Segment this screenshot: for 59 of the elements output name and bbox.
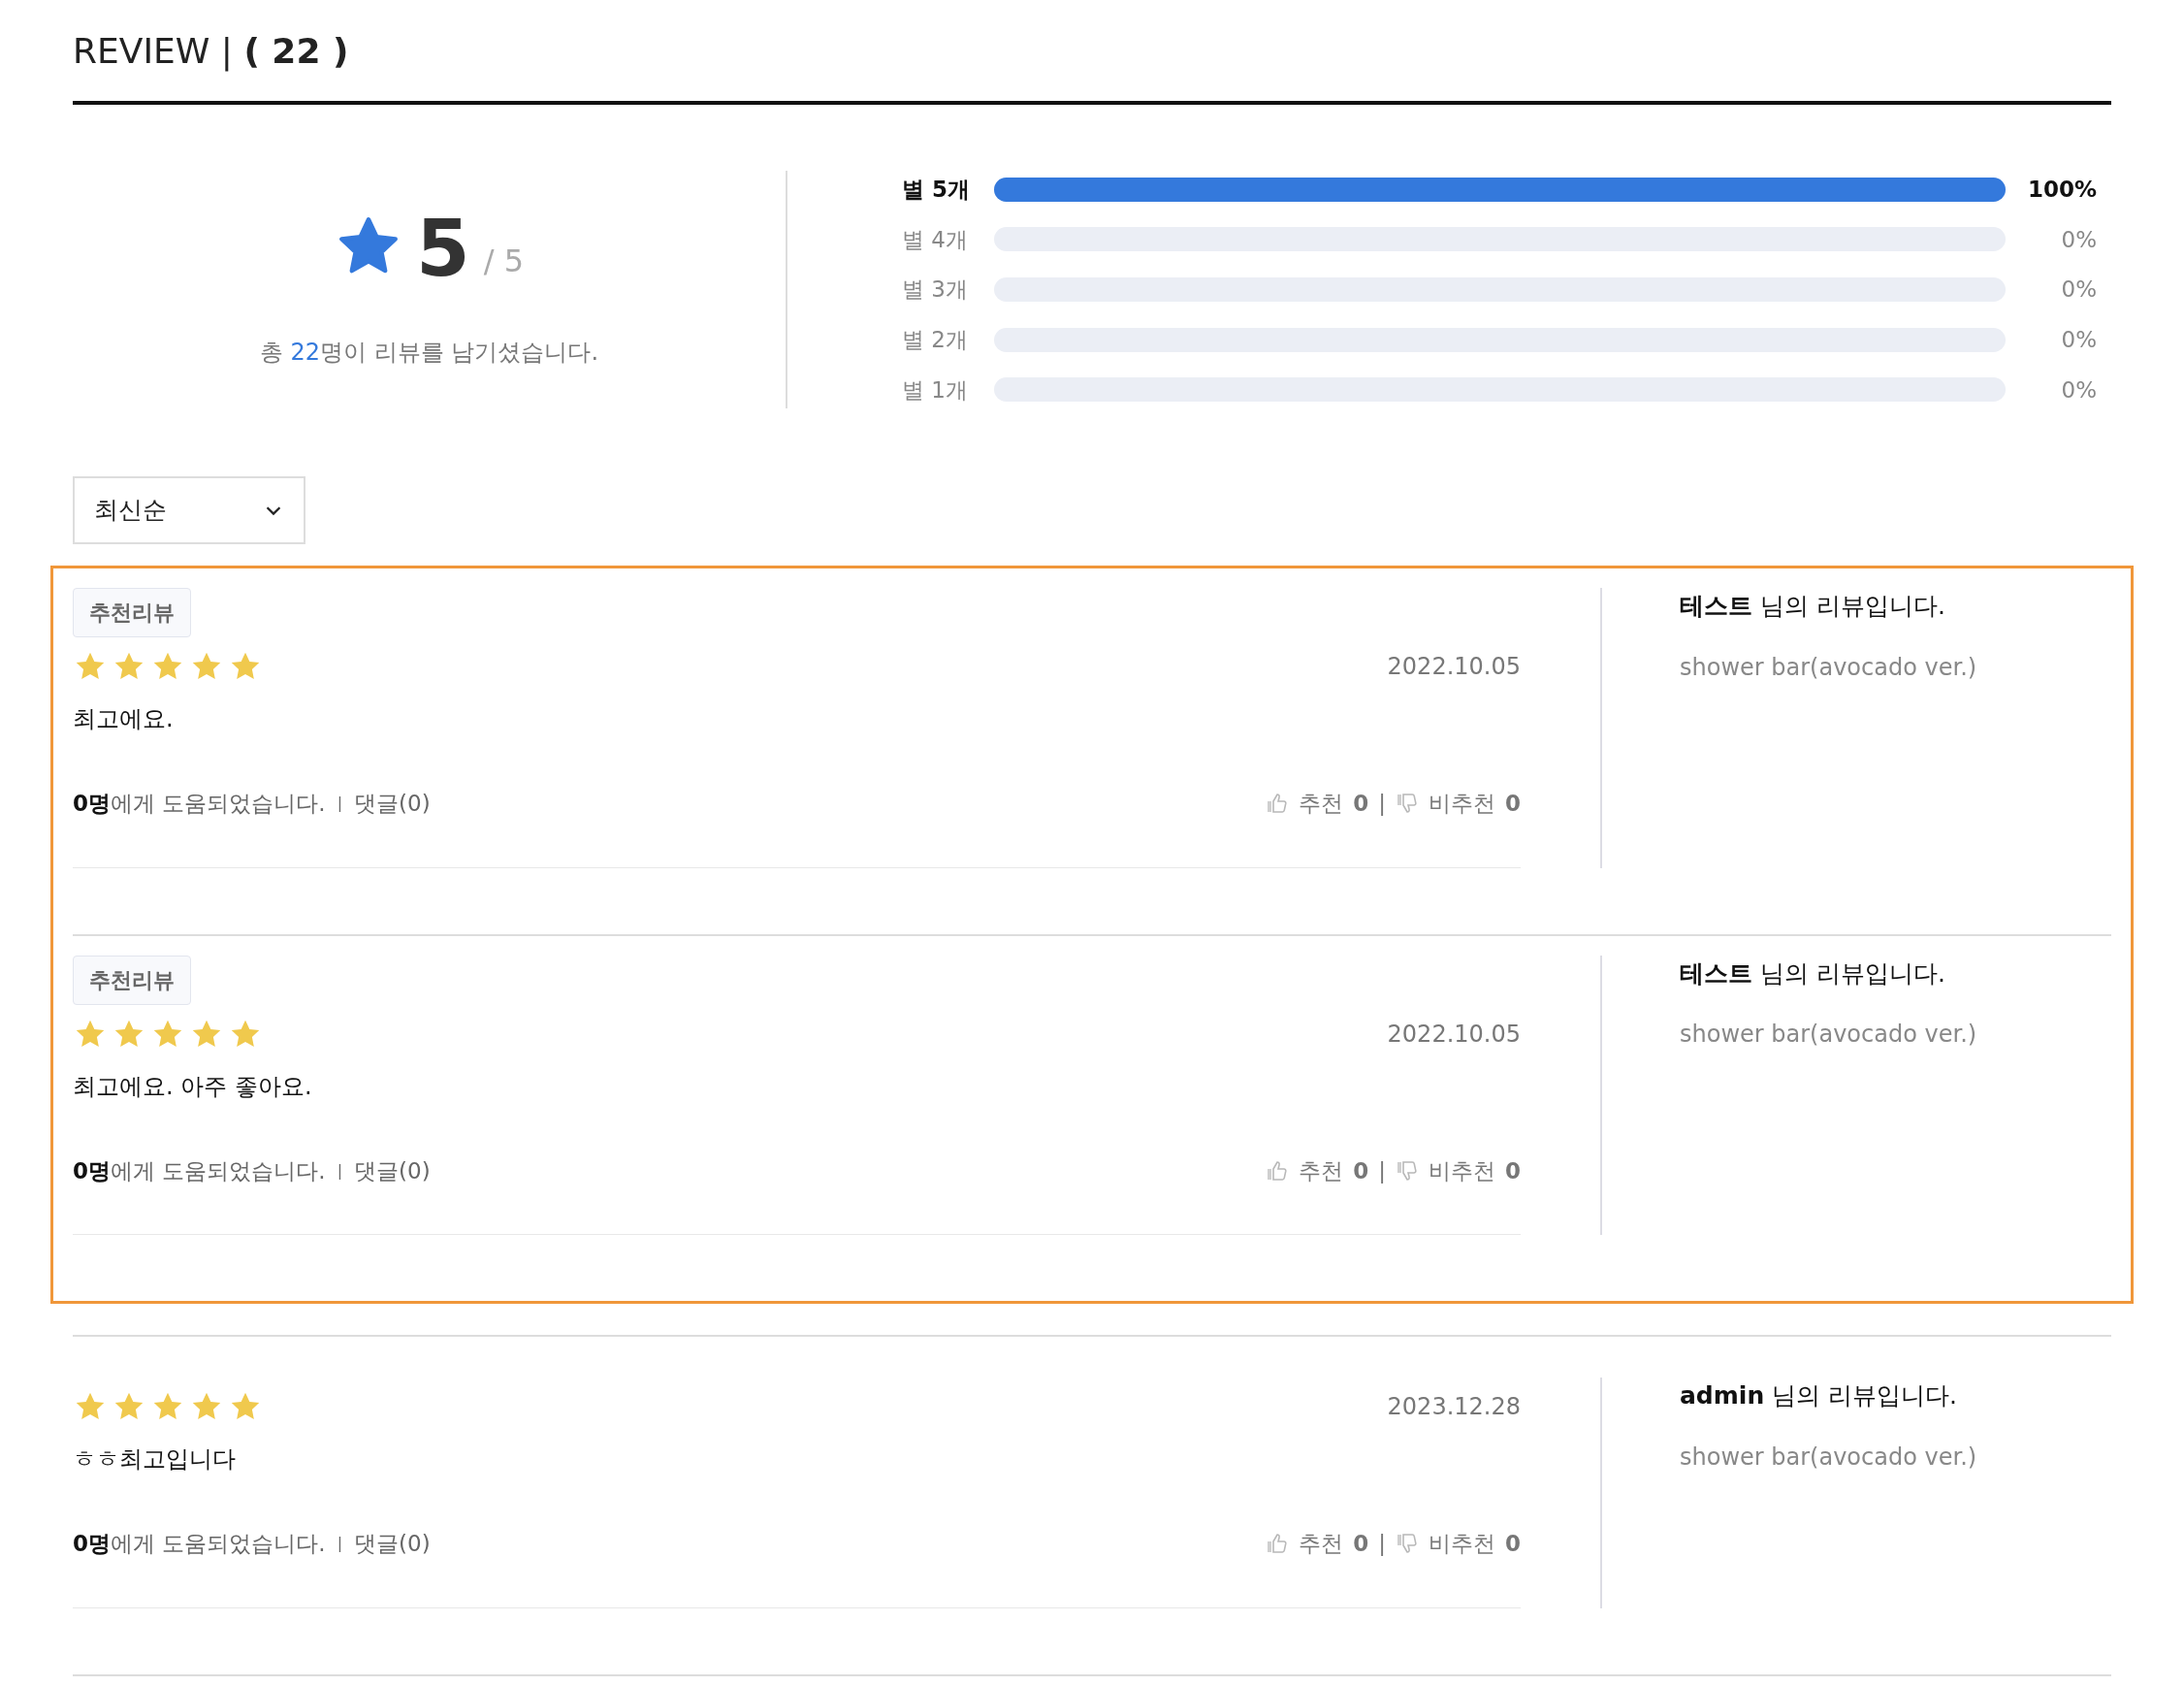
dislike-button[interactable]: 비추천 bbox=[1396, 1527, 1495, 1561]
total-reviewers-text: 총 22명이 리뷰를 남기셨습니다. bbox=[259, 337, 599, 368]
recommended-badge: 추천리뷰 bbox=[73, 955, 191, 1005]
rating-label: 별 3개 bbox=[902, 276, 969, 305]
helpful-count: 0명에게 도움되었습니다. bbox=[73, 790, 326, 818]
rating-label: 별 2개 bbox=[902, 325, 969, 354]
review-text: 최고에요. 아주 좋아요. bbox=[73, 1071, 313, 1102]
review-text: 최고에요. bbox=[73, 704, 175, 734]
dislike-count: 0 bbox=[1505, 1156, 1521, 1185]
reviewer-line: admin 님의 리뷰입니다. bbox=[1680, 1380, 1959, 1411]
rating-percent: 0% bbox=[2060, 225, 2097, 254]
divider-text: | bbox=[1378, 1156, 1386, 1185]
review-date: 2022.10.05 bbox=[1387, 1019, 1521, 1050]
score-max: / 5 bbox=[483, 241, 524, 281]
thumbs-down-icon bbox=[1396, 1158, 1419, 1183]
dislike-button[interactable]: 비추천 bbox=[1396, 787, 1495, 821]
product-name: shower bar(avocado ver.) bbox=[1680, 1442, 1977, 1473]
rating-label: 별 1개 bbox=[902, 375, 969, 405]
product-name: shower bar(avocado ver.) bbox=[1680, 652, 1977, 683]
recommended-badge: 추천리뷰 bbox=[73, 588, 191, 637]
rating-percent: 0% bbox=[2060, 276, 2097, 305]
reviewer-line: 테스트 님의 리뷰입니다. bbox=[1680, 957, 1946, 989]
comments-link[interactable]: 댓글(0) bbox=[354, 1153, 431, 1187]
divider-text: | bbox=[337, 1159, 343, 1182]
thumbs-up-icon bbox=[1266, 1158, 1290, 1183]
divider-text: | bbox=[337, 793, 343, 815]
like-count: 0 bbox=[1353, 790, 1369, 818]
rating-percent: 0% bbox=[2060, 375, 2097, 405]
comments-link[interactable]: 댓글(0) bbox=[354, 787, 431, 821]
like-count: 0 bbox=[1353, 1156, 1369, 1185]
like-button[interactable]: 추천 bbox=[1266, 1527, 1344, 1561]
divider-text: | bbox=[1378, 1530, 1386, 1558]
like-count: 0 bbox=[1353, 1530, 1369, 1558]
review-date: 2023.12.28 bbox=[1387, 1392, 1521, 1422]
divider-text: | bbox=[1378, 790, 1386, 818]
product-name: shower bar(avocado ver.) bbox=[1680, 1020, 1977, 1050]
like-button[interactable]: 추천 bbox=[1266, 1153, 1344, 1187]
like-button[interactable]: 추천 bbox=[1266, 787, 1344, 821]
dislike-count: 0 bbox=[1505, 1530, 1521, 1558]
rating-label: 별 4개 bbox=[902, 225, 969, 254]
review-date: 2022.10.05 bbox=[1387, 652, 1521, 682]
reviewer-line: 테스트 님의 리뷰입니다. bbox=[1680, 591, 1946, 622]
thumbs-up-icon bbox=[1266, 792, 1290, 816]
thumbs-down-icon bbox=[1396, 1532, 1419, 1556]
sort-dropdown[interactable]: 최신순 bbox=[73, 476, 305, 544]
thumbs-up-icon bbox=[1266, 1532, 1290, 1556]
helpful-count: 0명에게 도움되었습니다. bbox=[73, 1530, 326, 1558]
divider-text: | bbox=[337, 1533, 343, 1555]
comments-link[interactable]: 댓글(0) bbox=[354, 1527, 431, 1561]
review-title: REVIEW | ( 22 ) bbox=[73, 25, 2111, 105]
dislike-button[interactable]: 비추천 bbox=[1396, 1153, 1495, 1187]
helpful-count: 0명에게 도움되었습니다. bbox=[73, 1156, 326, 1185]
dislike-count: 0 bbox=[1505, 790, 1521, 818]
review-text: ㅎㅎ최고입니다 bbox=[73, 1444, 237, 1475]
thumbs-down-icon bbox=[1396, 792, 1419, 816]
rating-percent: 100% bbox=[2026, 176, 2097, 204]
average-score: 5 bbox=[416, 210, 470, 288]
rating-percent: 0% bbox=[2060, 325, 2097, 354]
rating-label: 별 5개 bbox=[902, 176, 971, 204]
